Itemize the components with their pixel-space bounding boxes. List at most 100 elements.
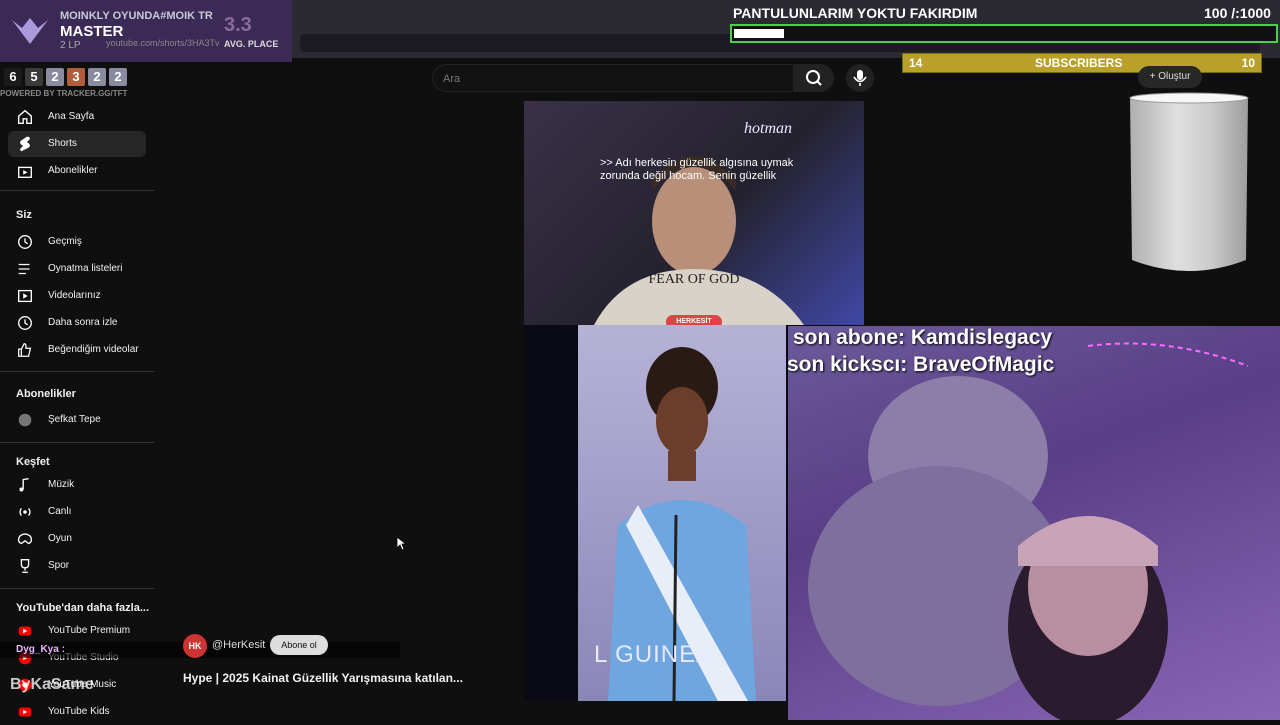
sidebar-item-label: Abonelikler	[48, 165, 98, 176]
sidebar-item-youtube-kids[interactable]: YouTube Kids	[8, 699, 146, 725]
sidebar-item-daha-sonra-izle[interactable]: Daha sonra izle	[8, 310, 146, 336]
create-label: Oluştur	[1158, 71, 1191, 82]
voice-search-button[interactable]	[846, 64, 874, 92]
sidebar-divider	[0, 371, 154, 372]
sidebar-item-label: Beğendiğim videolar	[48, 344, 139, 355]
sidebar-item-ana-sayfa[interactable]: Ana Sayfa	[8, 104, 146, 130]
sidebar-item-label: Daha sonra izle	[48, 317, 118, 328]
sidebar-item-oyun[interactable]: Oyun	[8, 526, 146, 552]
placement-badge: 6	[4, 68, 22, 86]
tft-rank-overlay: MOINKLY OYUNDA#MOIK TR MASTER 2 LP youtu…	[0, 0, 292, 62]
reaction-person-illustration: FEAR OF GOD hotman	[594, 120, 804, 325]
sidebar-divider	[0, 588, 154, 589]
mouse-cursor-icon	[397, 537, 407, 551]
sidebar-item-ge-mi-[interactable]: Geçmiş	[8, 229, 146, 255]
sidebar-item-label: YouTube Premium	[48, 625, 131, 636]
placement-badge: 2	[46, 68, 64, 86]
video-title[interactable]: Hype | 2025 Kainat Güzellik Yarışmasına …	[183, 671, 463, 685]
create-button[interactable]: + Oluştur	[1138, 66, 1202, 88]
tft-url: youtube.com/shorts/3HA3Tv	[106, 38, 220, 48]
sidebar-heading-more[interactable]: YouTube'dan daha fazla...	[16, 602, 149, 614]
caption-line-2: zorunda değil hocam. Senin güzellik	[600, 170, 777, 182]
sidebar-item-label: Müzik	[48, 479, 75, 490]
watch-later-icon	[18, 316, 32, 330]
subscriptions-icon	[18, 166, 32, 178]
shorts-icon	[20, 136, 30, 152]
sidebar: Ana Sayfa Shorts Abonelikler Siz Geçmiş Oynat…	[0, 100, 160, 720]
goal-progress-fill	[734, 29, 784, 38]
sidebar-item-label: Ana Sayfa	[48, 111, 95, 122]
sidebar-item--efkat-tepe[interactable]: Şefkat Tepe	[8, 407, 146, 433]
sidebar-item-canl-[interactable]: Canlı	[8, 499, 146, 525]
channel-avatar[interactable]: HK	[183, 634, 207, 658]
yt-kids-icon	[18, 707, 32, 717]
sidebar-item-label: YouTube Kids	[48, 706, 110, 717]
sidebar-heading-subscriptions[interactable]: Abonelikler	[16, 388, 76, 400]
microphone-icon	[853, 70, 867, 86]
channel-avatar-icon	[18, 413, 32, 427]
caption-line-1: >> Adı herkesin güzellik algısına uymak	[600, 157, 794, 169]
home-icon	[18, 109, 32, 124]
tft-summoner-name: MOINKLY OYUNDA#MOIK TR	[60, 10, 213, 22]
sidebar-item-youtube-premium[interactable]: YouTube Premium	[8, 618, 146, 644]
sidebar-heading-you[interactable]: Siz	[16, 209, 32, 221]
tft-placements: 652322	[4, 68, 127, 86]
last-subscriber-text: son abone: Kamdislegacy	[793, 326, 1053, 349]
live-icon	[19, 507, 31, 517]
goal-progress-bar	[730, 24, 1278, 43]
yt-premium-icon	[18, 626, 32, 636]
goal-count: 100 /:1000	[1204, 5, 1271, 21]
channel-name[interactable]: @HerKesit	[212, 639, 265, 651]
placement-badge: 2	[109, 68, 127, 86]
streamer-webcam	[788, 326, 1280, 720]
sidebar-divider	[0, 190, 154, 191]
sidebar-item-label: Spor	[48, 560, 70, 571]
subs-left-count: 14	[909, 56, 923, 70]
history-icon	[18, 235, 32, 249]
sidebar-item-label: Videolarınız	[48, 290, 101, 301]
sidebar-item-label: Oynatma listeleri	[48, 263, 123, 274]
sidebar-item-videolar-n-z[interactable]: Videolarınız	[8, 283, 146, 309]
sidebar-item-label: Oyun	[48, 533, 72, 544]
sidebar-heading-explore[interactable]: Keşfet	[16, 456, 50, 468]
tft-lp: 2 LP	[60, 40, 81, 51]
sidebar-divider	[0, 442, 154, 443]
playlist-icon	[18, 263, 30, 275]
glass-image	[1129, 92, 1249, 271]
tft-logo-icon	[12, 18, 48, 44]
subscribe-button[interactable]: Abone ol	[270, 635, 328, 655]
chat-username: Dyg_Kya :	[16, 644, 65, 655]
powered-by: POWERED BY TRACKER.GG/TFT	[0, 89, 128, 98]
last-kick-text: son kickscı: BraveOfMagic	[787, 353, 1055, 376]
subs-label: SUBSCRIBERS	[1035, 56, 1123, 70]
goal-title: PANTULUNLARIM YOKTU FAKIRDIM	[733, 5, 978, 21]
subs-right-count: 10	[1241, 56, 1255, 70]
plus-icon: +	[1149, 71, 1159, 82]
sidebar-item-spor[interactable]: Spor	[8, 553, 146, 579]
your-videos-icon	[18, 289, 32, 303]
subscribers-bar: 14 SUBSCRIBERS 10	[902, 53, 1262, 73]
sidebar-item-abonelikler[interactable]: Abonelikler	[8, 158, 146, 184]
placement-badge: 3	[67, 68, 85, 86]
search-box[interactable]	[432, 64, 794, 92]
placement-badge: 2	[88, 68, 106, 86]
sidebar-item-label: Shorts	[48, 138, 77, 149]
search-button[interactable]	[794, 64, 834, 92]
music-icon	[19, 478, 29, 492]
video-caption: >> Adı herkesin güzellik algısına uymak …	[600, 157, 793, 183]
sidebar-item-m-zik[interactable]: Müzik	[8, 472, 146, 498]
liked-icon	[18, 343, 32, 357]
sidebar-item-shorts[interactable]: Shorts	[8, 131, 146, 157]
webcam-scene-illustration	[808, 342, 1249, 720]
svg-text:hotman: hotman	[744, 120, 792, 137]
sidebar-item-label: Canlı	[48, 506, 72, 517]
sidebar-item-oynatma-listeleri[interactable]: Oynatma listeleri	[8, 256, 146, 282]
search-input[interactable]	[443, 70, 783, 88]
trophy-icon	[20, 559, 30, 573]
sidebar-item-be-endi-im-videolar[interactable]: Beğendiğim videolar	[8, 337, 146, 363]
gaming-icon	[17, 533, 33, 545]
sidebar-item-label: Geçmiş	[48, 236, 82, 247]
placement-badge: 5	[25, 68, 43, 86]
svg-text:FEAR OF GOD: FEAR OF GOD	[648, 272, 739, 287]
reaction-video-frame: FEAR OF GOD hotman >> Adı herkesin güzel…	[524, 101, 864, 325]
